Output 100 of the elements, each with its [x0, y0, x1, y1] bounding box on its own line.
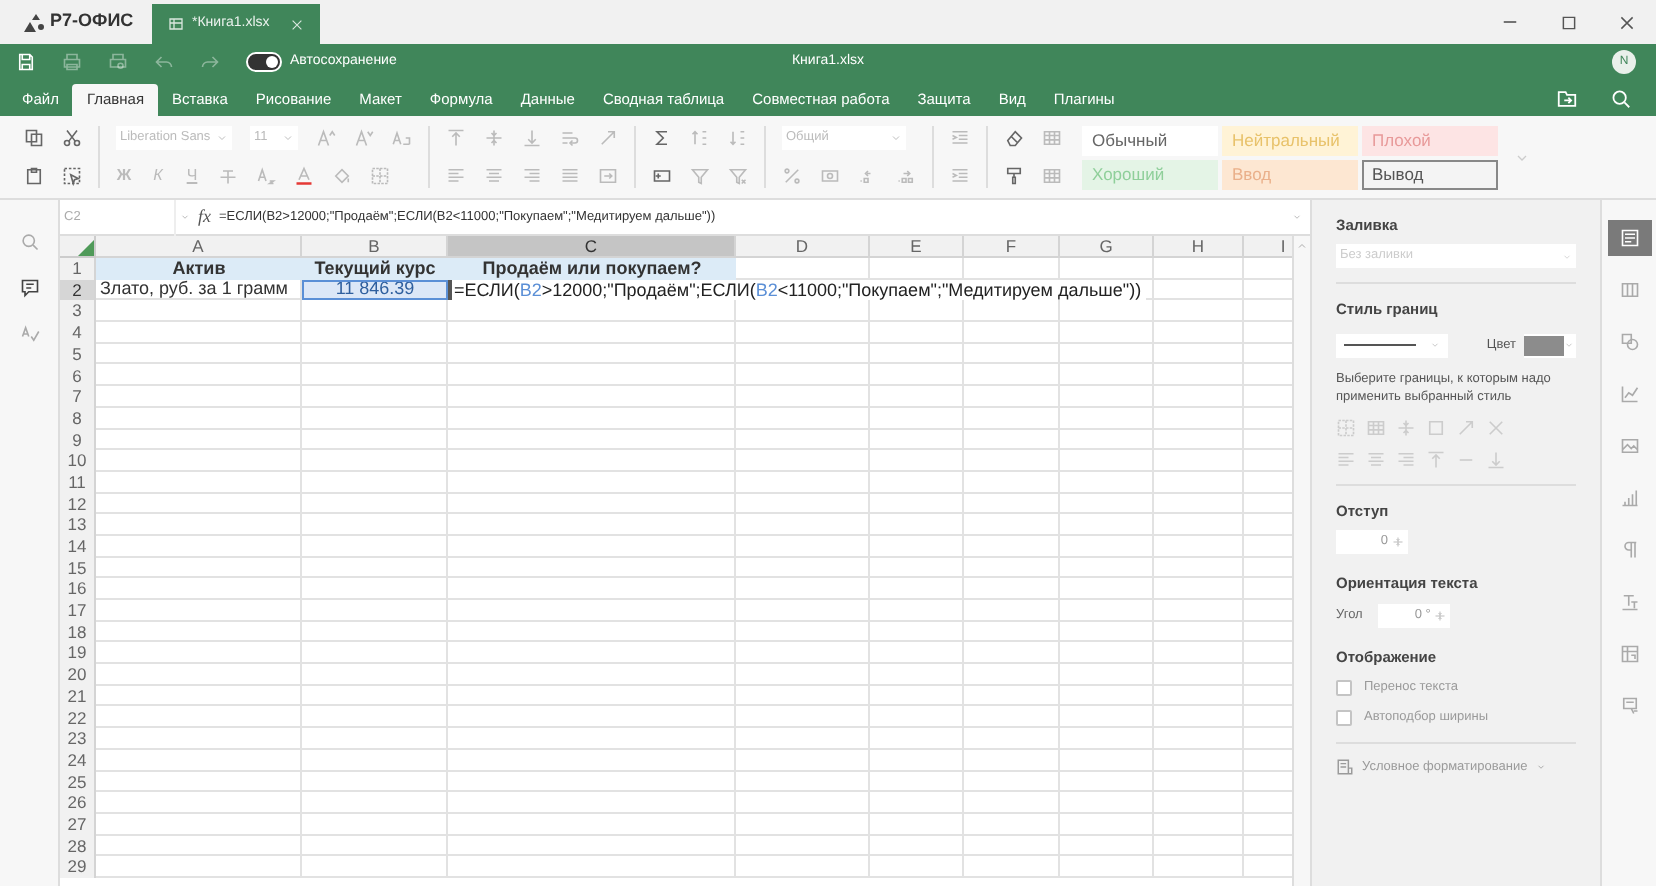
row-header[interactable]: 21: [60, 685, 96, 707]
column-header[interactable]: I: [1244, 236, 1292, 258]
font-color-icon[interactable]: [294, 166, 314, 186]
eraser-icon[interactable]: [1004, 128, 1024, 148]
table-cell[interactable]: Злато, руб. за 1 грамм: [96, 279, 302, 301]
border-option-icon[interactable]: [1456, 417, 1476, 437]
row-header[interactable]: 18: [60, 621, 96, 643]
border-option-icon[interactable]: [1336, 449, 1356, 469]
print-preview-icon[interactable]: [108, 52, 128, 72]
paste-icon[interactable]: [24, 166, 44, 186]
clear-filter-icon[interactable]: [728, 166, 748, 186]
row-header[interactable]: 11: [60, 471, 96, 494]
copy-icon[interactable]: [24, 128, 44, 148]
column-header[interactable]: B: [302, 236, 448, 258]
border-option-icon[interactable]: [1426, 449, 1446, 469]
spellcheck-icon[interactable]: [19, 324, 39, 344]
orientation-icon[interactable]: [598, 128, 618, 148]
font-shrink-icon[interactable]: [354, 128, 374, 148]
border-option-icon[interactable]: [1336, 417, 1356, 437]
select-all-corner[interactable]: [78, 240, 94, 256]
row-header[interactable]: 15: [60, 557, 96, 579]
row-header[interactable]: 3: [60, 300, 96, 323]
scroll-up-icon[interactable]: [1296, 240, 1308, 252]
save-icon[interactable]: [16, 52, 36, 72]
column-header[interactable]: E: [870, 236, 964, 258]
autosave-toggle[interactable]: [246, 52, 282, 72]
change-case-icon[interactable]: [392, 128, 412, 148]
align-top-icon[interactable]: [446, 128, 466, 148]
cell-style[interactable]: Вывод: [1362, 159, 1498, 189]
row-header[interactable]: 27: [60, 813, 96, 836]
row-header[interactable]: 7: [60, 386, 96, 408]
caret-icon[interactable]: [1564, 340, 1574, 350]
align-middle-icon[interactable]: [484, 128, 504, 148]
search-icon[interactable]: [19, 232, 39, 252]
row-header[interactable]: 10: [60, 450, 96, 472]
sort-ascending-icon[interactable]: [690, 128, 710, 148]
border-option-icon[interactable]: [1486, 417, 1506, 437]
subscript-icon[interactable]: [256, 166, 276, 186]
row-header[interactable]: 19: [60, 642, 96, 665]
row-header[interactable]: 12: [60, 493, 96, 515]
row-header[interactable]: 6: [60, 364, 96, 387]
currency-icon[interactable]: [820, 166, 840, 186]
format-painter-icon[interactable]: [1004, 166, 1024, 186]
row-header[interactable]: 2: [60, 279, 96, 301]
sort-descending-icon[interactable]: [728, 128, 748, 148]
maximize-icon[interactable]: [1560, 13, 1578, 31]
row-header[interactable]: 8: [60, 407, 96, 429]
color-picker[interactable]: [1524, 333, 1576, 357]
row-header[interactable]: 22: [60, 706, 96, 729]
close-icon[interactable]: [1618, 13, 1636, 31]
border-option-icon[interactable]: [1396, 449, 1416, 469]
caret-icon[interactable]: [1292, 212, 1302, 222]
vertical-scrollbar[interactable]: [1292, 236, 1310, 886]
table-icon[interactable]: [1042, 166, 1062, 186]
row-header[interactable]: 1: [60, 258, 96, 280]
border-option-icon[interactable]: [1366, 417, 1386, 437]
row-header[interactable]: 28: [60, 835, 96, 857]
indent-icon[interactable]: [950, 128, 970, 148]
row-header[interactable]: 4: [60, 322, 96, 344]
increase-decimal-icon[interactable]: [896, 166, 916, 186]
spinner-arrows-icon[interactable]: [1392, 533, 1404, 550]
comment-icon[interactable]: [19, 278, 39, 298]
align-left-icon[interactable]: [446, 166, 466, 186]
table-cell[interactable]: 11 846.39: [302, 279, 448, 301]
wrap-text-icon[interactable]: [560, 128, 580, 148]
percent-icon[interactable]: [782, 166, 802, 186]
spinner-arrows-icon[interactable]: [1434, 608, 1447, 624]
cell-style[interactable]: Обычный: [1082, 125, 1218, 155]
table-format-icon[interactable]: [1042, 128, 1062, 148]
font-grow-icon[interactable]: [316, 128, 336, 148]
caret-icon[interactable]: [180, 212, 190, 222]
row-header[interactable]: 23: [60, 728, 96, 750]
line-style-dropdown[interactable]: [1336, 333, 1448, 357]
sidebar-tab[interactable]: [1607, 220, 1651, 256]
border-option-icon[interactable]: [1396, 417, 1416, 437]
justify-icon[interactable]: [560, 166, 580, 186]
align-center-icon[interactable]: [484, 166, 504, 186]
row-header[interactable]: 16: [60, 578, 96, 600]
row-header[interactable]: 9: [60, 429, 96, 451]
undo-icon[interactable]: [154, 52, 174, 72]
function-button[interactable]: fx: [190, 203, 219, 231]
filter-icon[interactable]: [690, 166, 710, 186]
merge-icon[interactable]: [598, 166, 618, 186]
column-header[interactable]: C: [448, 236, 736, 258]
strikethrough-icon[interactable]: [218, 166, 238, 186]
folder-icon[interactable]: [1556, 87, 1578, 109]
row-header[interactable]: 25: [60, 771, 96, 793]
table-cell[interactable]: Продаём или покупаем?: [448, 258, 736, 280]
border-option-icon[interactable]: [1366, 449, 1386, 469]
row-header[interactable]: 29: [60, 856, 96, 878]
column-header[interactable]: A: [96, 236, 302, 258]
table-cell[interactable]: Актив: [96, 258, 302, 280]
sum-icon[interactable]: [652, 128, 672, 148]
scissors-icon[interactable]: [62, 128, 82, 148]
column-header[interactable]: D: [736, 236, 870, 258]
row-header[interactable]: 17: [60, 600, 96, 622]
redo-icon[interactable]: [200, 52, 220, 72]
fill-color-icon[interactable]: [332, 166, 352, 186]
print-icon[interactable]: [62, 52, 82, 72]
row-header[interactable]: 26: [60, 792, 96, 814]
